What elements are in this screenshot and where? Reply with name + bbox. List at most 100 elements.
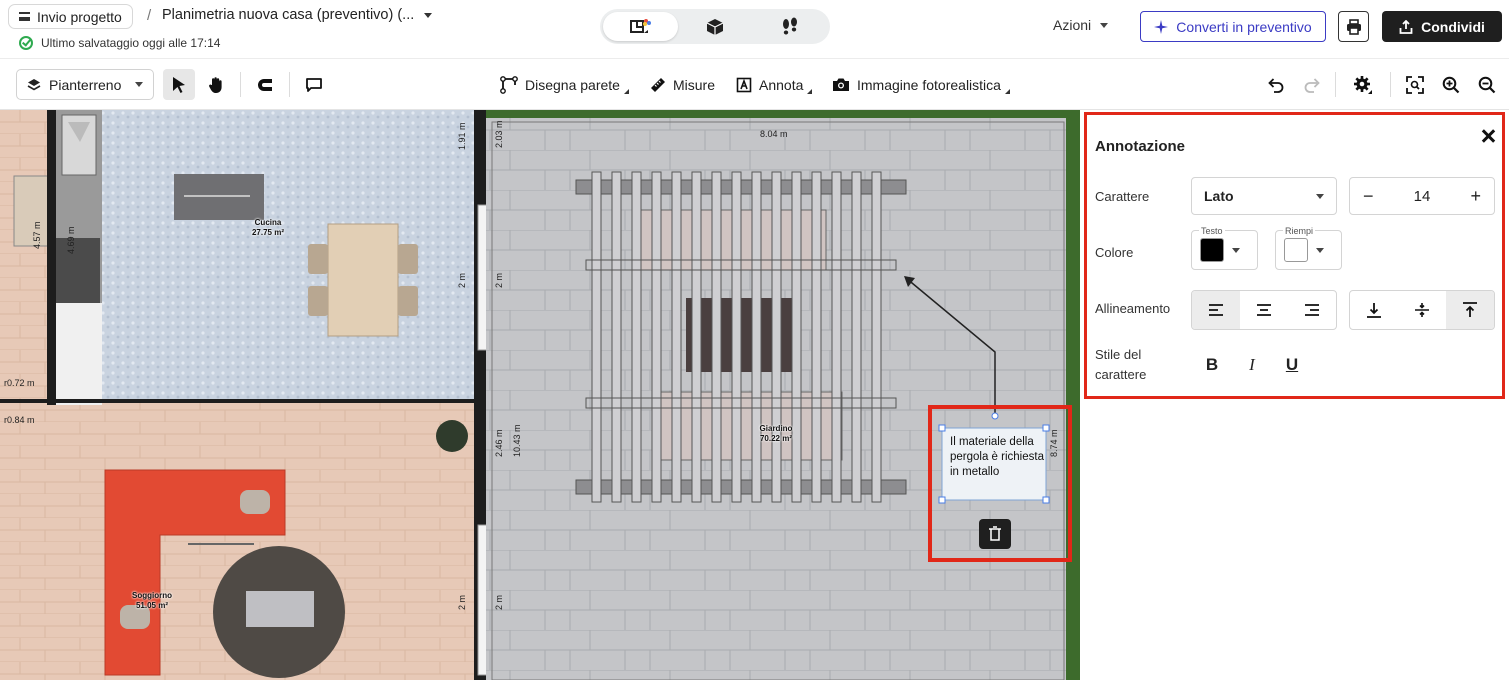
- panel-title: Annotazione: [1095, 138, 1185, 155]
- floorplan-canvas[interactable]: 8.04 m 2.03 m 1.91 m 2 m 2 m 2.46 m 10.4…: [0, 110, 1080, 680]
- close-icon[interactable]: [1480, 128, 1496, 144]
- measure-label: 2 m: [494, 272, 504, 288]
- delete-annotation-button[interactable]: [979, 519, 1011, 549]
- top-header: Invio progetto / Planimetria nuova casa …: [0, 0, 1509, 59]
- annotate-button[interactable]: Annota: [736, 69, 813, 100]
- vertical-alignment-group: [1349, 290, 1495, 330]
- annotation-panel: Annotazione Carattere Lato − 14 + Colore…: [1084, 112, 1505, 399]
- select-tool-button[interactable]: [163, 69, 195, 100]
- convert-label: Converti in preventivo: [1176, 18, 1312, 35]
- view-3d-button[interactable]: [678, 12, 753, 41]
- print-button[interactable]: [1338, 11, 1369, 42]
- fit-to-screen-button[interactable]: [1402, 69, 1428, 100]
- view-2d-plan-button[interactable]: [603, 12, 678, 41]
- toolbar-divider: [289, 72, 290, 97]
- align-top-button[interactable]: [1446, 291, 1494, 329]
- check-circle-icon: [19, 36, 33, 50]
- measure-label: 8.04 m: [760, 129, 788, 139]
- font-family-value: Lato: [1204, 188, 1234, 204]
- floor-select[interactable]: Pianterreno: [16, 69, 154, 100]
- align-middle-button[interactable]: [1398, 291, 1446, 329]
- bold-button[interactable]: B: [1203, 355, 1221, 377]
- photorealistic-image-button[interactable]: Immagine fotorealistica: [832, 69, 1010, 100]
- submenu-indicator-icon: [807, 89, 813, 94]
- text-annotation-icon: [736, 77, 752, 92]
- measure-label: 1.91 m: [457, 122, 467, 150]
- room-area: 27.75 m²: [251, 227, 285, 237]
- comment-tool-button[interactable]: [299, 69, 329, 100]
- text-style-label-line: carattere: [1095, 367, 1147, 382]
- magnet-snap-button[interactable]: [250, 69, 280, 100]
- align-bottom-button[interactable]: [1350, 291, 1398, 329]
- text-color-swatch: [1200, 238, 1224, 262]
- back-to-project-button[interactable]: Invio progetto: [8, 4, 133, 29]
- fit-screen-icon: [1406, 75, 1424, 94]
- room-name: Giardino: [759, 424, 793, 433]
- measure-label: 8.74 m: [1049, 429, 1059, 457]
- view-walkthrough-button[interactable]: [752, 12, 827, 41]
- align-center-button[interactable]: [1240, 291, 1288, 329]
- editor-toolbar: Pianterreno Disegna parete Misure Annota…: [0, 60, 1509, 110]
- room-label-kitchen: Cucina 27.75 m²: [238, 218, 298, 237]
- undo-button[interactable]: [1264, 69, 1288, 100]
- chevron-down-icon: [1232, 247, 1240, 253]
- chevron-down-icon: [1316, 193, 1324, 199]
- gear-icon: [1354, 75, 1372, 94]
- font-family-select[interactable]: Lato: [1191, 177, 1337, 215]
- settings-button[interactable]: [1349, 69, 1377, 100]
- share-label: Condividi: [1421, 18, 1485, 35]
- measure-label: 4.57 m: [32, 221, 42, 249]
- share-button[interactable]: Condividi: [1382, 11, 1502, 42]
- floor-select-value: Pianterreno: [49, 76, 122, 93]
- toolbar-divider: [1390, 72, 1391, 97]
- chevron-down-icon[interactable]: [424, 13, 432, 18]
- floorplan-2d-icon: [630, 18, 652, 33]
- room-name: Soggiorno: [132, 591, 172, 600]
- pan-tool-button[interactable]: [201, 69, 231, 100]
- redo-icon: [1304, 77, 1320, 93]
- align-middle-icon: [1415, 303, 1429, 317]
- minus-icon[interactable]: −: [1363, 186, 1374, 207]
- text-color-picker[interactable]: [1191, 230, 1258, 270]
- align-center-icon: [1257, 304, 1271, 316]
- submenu-indicator-icon: [1004, 89, 1010, 94]
- italic-button[interactable]: I: [1243, 355, 1261, 377]
- annotation-text[interactable]: Il materiale della pergola è richiesta i…: [950, 435, 1044, 480]
- room-area: 51.05 m²: [135, 600, 169, 610]
- underline-button[interactable]: U: [1283, 355, 1301, 377]
- plus-icon[interactable]: +: [1470, 186, 1481, 207]
- zoom-in-button[interactable]: [1439, 69, 1463, 100]
- text-color-caption: Testo: [1199, 226, 1225, 236]
- measures-button[interactable]: Misure: [650, 69, 715, 100]
- toolbar-divider: [1335, 72, 1336, 97]
- room-area: 70.22 m²: [759, 433, 793, 443]
- fill-color-swatch: [1284, 238, 1308, 262]
- convert-to-quote-button[interactable]: Converti in preventivo: [1140, 11, 1326, 42]
- project-title[interactable]: Planimetria nuova casa (preventivo) (...: [162, 7, 414, 23]
- undo-icon: [1268, 77, 1284, 93]
- back-button-label: Invio progetto: [37, 8, 122, 25]
- measure-label: 2 m: [494, 594, 504, 610]
- align-right-button[interactable]: [1288, 291, 1336, 329]
- camera-icon: [833, 78, 849, 91]
- zoom-out-button[interactable]: [1475, 69, 1499, 100]
- align-bottom-icon: [1367, 303, 1381, 318]
- text-style-label: Stile del carattere: [1095, 345, 1146, 385]
- layers-icon: [27, 78, 41, 90]
- chevron-down-icon: [1316, 247, 1324, 253]
- measure-label: 10.43 m: [512, 424, 522, 457]
- fill-color-picker[interactable]: [1275, 230, 1342, 270]
- align-left-button[interactable]: [1192, 291, 1240, 329]
- draw-wall-button[interactable]: Disegna parete: [500, 69, 629, 100]
- toolbar-divider: [240, 72, 241, 97]
- redo-button[interactable]: [1300, 69, 1324, 100]
- font-size-value[interactable]: 14: [1414, 188, 1431, 205]
- sparkle-icon: [1154, 19, 1169, 34]
- measure-label: r0.72 m: [4, 378, 35, 388]
- ruler-icon: [651, 77, 665, 92]
- actions-menu[interactable]: Azioni: [1053, 17, 1109, 33]
- save-status: Ultimo salvataggio oggi alle 17:14: [19, 36, 220, 50]
- align-left-icon: [1209, 304, 1223, 316]
- draw-wall-label: Disegna parete: [525, 76, 620, 93]
- measure-label: r0.84 m: [4, 415, 35, 425]
